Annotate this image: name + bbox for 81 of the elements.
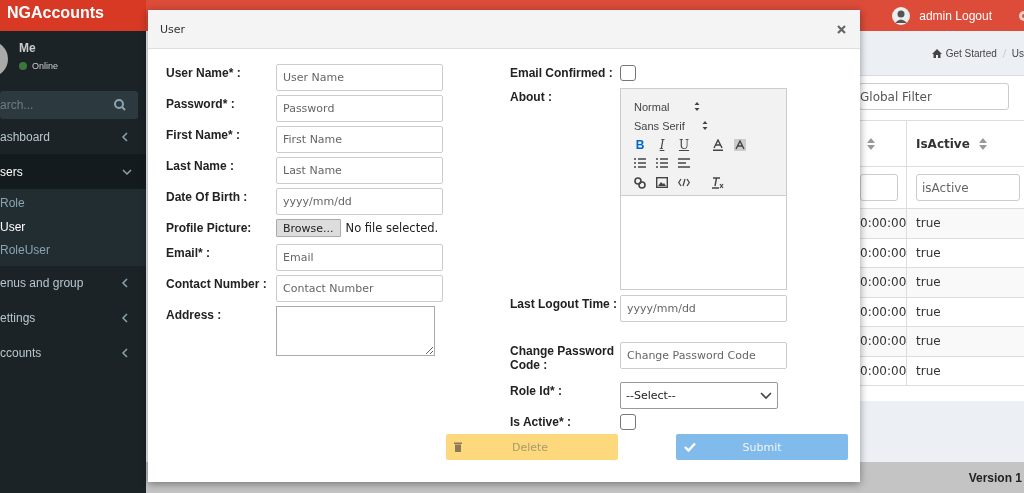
menu-item[interactable]: ettings: [0, 300, 146, 336]
format-button[interactable]: B: [634, 137, 646, 152]
table-cell-text: true: [915, 274, 942, 291]
field-label: Last Logout Time :: [510, 296, 619, 311]
app-logo[interactable]: NGAccounts: [0, 0, 146, 31]
text-area[interactable]: [276, 306, 435, 356]
background-color-icon: [734, 138, 746, 151]
field-label: About :: [510, 89, 553, 104]
input-field[interactable]: Change Password Code: [620, 342, 787, 369]
close-icon: [837, 24, 846, 34]
table-cell-text: true: [915, 244, 942, 262]
input-field[interactable]: yyyy/mm/dd: [276, 188, 443, 215]
checkbox[interactable]: [620, 414, 636, 430]
field-label: Profile Picture:: [166, 220, 253, 235]
input-field[interactable]: yyyy/mm/dd: [620, 295, 787, 322]
submenu-item[interactable]: RoleUser: [0, 239, 146, 263]
checkbox[interactable]: [620, 65, 636, 81]
check-icon: [684, 442, 696, 452]
updown-icon: [694, 101, 700, 112]
input-field[interactable]: User Name: [276, 64, 443, 91]
field-label: First Name* :: [166, 127, 242, 142]
avatar-icon: [0, 41, 8, 77]
input-field[interactable]: Last Name: [276, 157, 443, 184]
field-label: Email Confirmed :: [510, 65, 614, 80]
menu-item[interactable]: sers: [0, 154, 146, 189]
browse-button[interactable]: Browse...: [276, 219, 341, 237]
clear-format-icon: [712, 176, 724, 189]
table-cell-text: true: [915, 362, 942, 380]
user-status: Online: [32, 61, 58, 71]
field-label: Date Of Birth :: [166, 189, 249, 204]
field-label: User Name* :: [166, 65, 242, 80]
field-label: Address :: [166, 307, 223, 322]
breadcrumb-link[interactable]: Us: [1011, 47, 1024, 59]
field-label: Contact Number :: [166, 276, 268, 291]
field-label: Password* :: [166, 96, 236, 111]
submenu-item[interactable]: Role: [0, 192, 146, 216]
column-filter-field[interactable]: [860, 174, 898, 201]
global-filter-field[interactable]: Global Filter: [859, 83, 1009, 110]
table-cell-text: true: [915, 303, 942, 321]
select-dropdown[interactable]: --Select--: [620, 382, 778, 409]
menu-item[interactable]: enus and group: [0, 265, 146, 301]
header-picker[interactable]: Normal: [634, 97, 786, 116]
field-label: Role Id* :: [510, 383, 563, 398]
ordered-list-icon: [634, 158, 646, 169]
table-cell-text: true: [915, 215, 942, 232]
home-icon: [931, 48, 942, 58]
search-field[interactable]: arch...: [0, 91, 138, 119]
format-button[interactable]: I: [656, 137, 668, 152]
column-header[interactable]: IsActive: [907, 121, 1024, 166]
field-label: Is Active* :: [510, 414, 572, 429]
column-filter-field[interactable]: isActive: [916, 174, 1020, 201]
align-left-icon: [678, 158, 690, 169]
menu-item[interactable]: ccounts: [0, 335, 146, 371]
trash-icon: [454, 442, 462, 452]
input-field[interactable]: First Name: [276, 126, 443, 153]
field-label: Change Password Code :: [510, 343, 616, 372]
avatar-icon: [892, 6, 911, 25]
format-button[interactable]: U: [678, 137, 690, 152]
dialog-title: User: [160, 22, 186, 36]
chevron-down-icon: [760, 391, 772, 400]
user-menu-link[interactable]: admin Logout: [919, 8, 992, 23]
breadcrumb-link[interactable]: Get Started: [945, 47, 997, 59]
version-text: Version 1: [968, 470, 1022, 485]
font-picker[interactable]: Sans Serif: [634, 116, 786, 135]
menu-item[interactable]: ashboard: [0, 119, 146, 154]
submenu-item[interactable]: User: [0, 215, 146, 239]
bullet-list-icon: [656, 158, 668, 169]
updown-icon: [702, 120, 708, 131]
field-label: Email* :: [166, 245, 211, 260]
table-cell-text: true: [915, 333, 942, 350]
link-icon: [634, 176, 646, 189]
user-name: Me: [19, 41, 37, 55]
field-label: Last Name :: [166, 158, 236, 173]
input-field[interactable]: Email: [276, 244, 443, 271]
status-dot-icon: [19, 62, 27, 70]
image-icon: [656, 177, 668, 188]
file-status-text: No file selected.: [345, 221, 439, 235]
input-field[interactable]: Password: [276, 95, 443, 122]
input-field[interactable]: Contact Number: [276, 275, 443, 302]
text-color-icon: [712, 138, 724, 151]
code-icon: [678, 178, 690, 187]
